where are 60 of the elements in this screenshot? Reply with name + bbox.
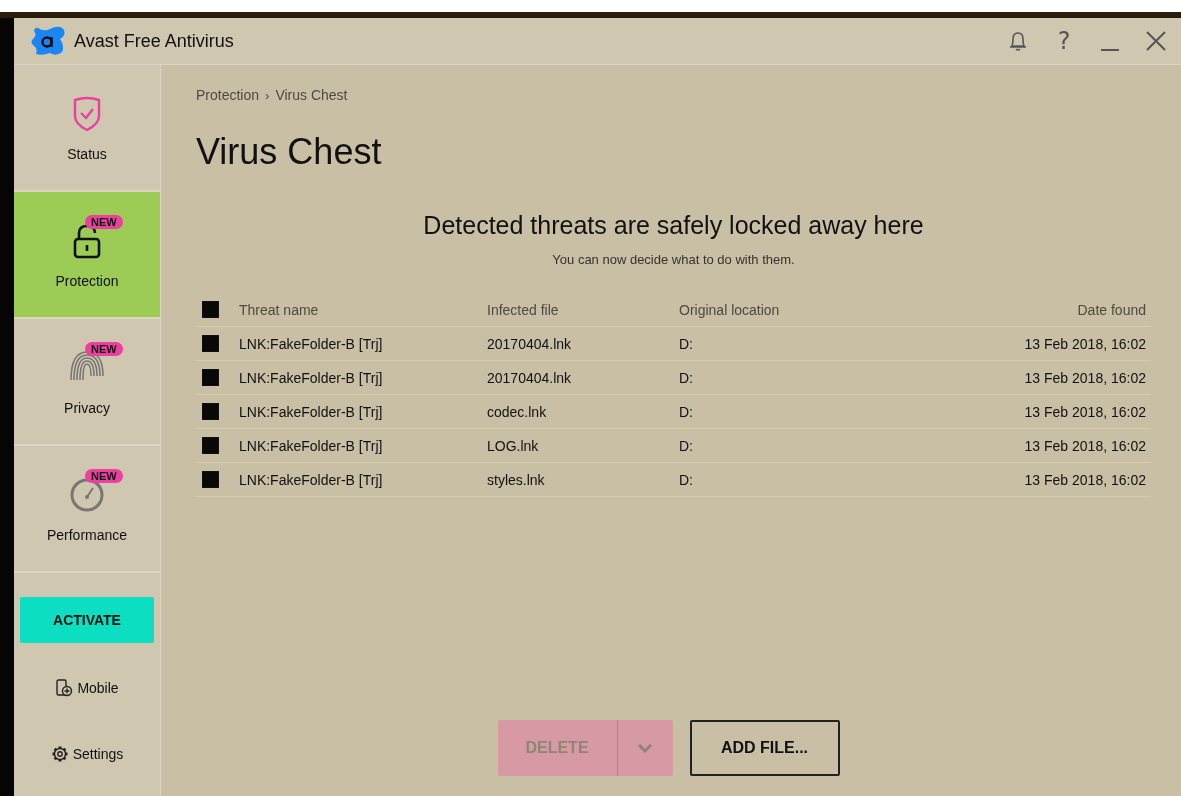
table-cell-text: 13 Feb 2018, 16:02 — [1023, 437, 1146, 454]
table-cell-text: 20170404.lnk — [487, 369, 573, 386]
activate-button[interactable]: ACTIVATE — [20, 597, 154, 643]
shield-check-icon — [72, 95, 102, 132]
table-cell-text: D: — [679, 437, 694, 454]
breadcrumb-link[interactable]: Virus Chest — [275, 87, 348, 103]
new-badge: NEW — [85, 214, 123, 229]
page-title: Virus Chest — [196, 131, 383, 173]
table-cell-text: LNK:FakeFolder-B [Trj] — [239, 471, 384, 488]
table-cell-text: LNK:FakeFolder-B [Trj] — [239, 369, 384, 386]
column-header: Original location — [679, 301, 781, 318]
row-checkbox[interactable] — [202, 471, 219, 488]
row-checkbox[interactable] — [202, 369, 219, 386]
select-all-checkbox[interactable] — [202, 301, 219, 318]
sidebar-item[interactable]: NEW Privacy — [14, 319, 160, 446]
sidebar-item-label: Performance — [46, 526, 128, 543]
table-cell-text: 13 Feb 2018, 16:02 — [1023, 471, 1146, 488]
table-cell-text: LNK:FakeFolder-B [Trj] — [239, 403, 384, 420]
table-cell-text: 20170404.lnk — [487, 335, 573, 352]
add-file-button[interactable]: ADD FILE... — [689, 720, 840, 776]
section-heading: Detected threats are safely locked away here — [422, 211, 925, 240]
bell-icon — [1008, 30, 1028, 52]
caret-icon — [638, 743, 652, 753]
minimize-icon — [1101, 49, 1119, 51]
new-badge: NEW — [85, 341, 123, 356]
breadcrumb-link[interactable]: Protection — [196, 87, 260, 103]
column-header: Threat name — [239, 301, 320, 318]
sidebar-item[interactable]: NEW Protection — [14, 192, 160, 319]
table-cell-text: D: — [679, 335, 694, 352]
row-checkbox[interactable] — [202, 335, 219, 352]
help-button[interactable]: ? — [1051, 28, 1077, 54]
row-checkbox[interactable] — [202, 437, 219, 454]
table-cell-text: LOG.lnk — [487, 437, 540, 454]
window-title: Avast Free Antivirus — [74, 30, 234, 52]
table-cell-text: D: — [679, 403, 694, 420]
settings-icon — [50, 745, 69, 763]
sidebar-item[interactable]: NEW Performance — [14, 446, 160, 573]
table-cell-text: 13 Feb 2018, 16:02 — [1023, 335, 1146, 352]
row-checkbox[interactable] — [202, 403, 219, 420]
table-cell-text: D: — [679, 369, 694, 386]
table-cell-text: LNK:FakeFolder-B [Trj] — [239, 437, 384, 454]
sidebar-item-label: Protection — [55, 272, 119, 289]
sidebar-link[interactable]: Settings — [50, 745, 124, 763]
sidebar-item-label: Status — [67, 145, 107, 162]
table-cell-text: 13 Feb 2018, 16:02 — [1023, 403, 1146, 420]
sidebar-item-label: Privacy — [64, 399, 110, 416]
table-cell-text: D: — [679, 471, 694, 488]
table-cell-text: styles.lnk — [487, 471, 546, 488]
column-header: Date found — [1076, 301, 1146, 318]
section-subtitle: You can now decide what to do with them. — [551, 252, 796, 267]
table-cell-text: codec.lnk — [487, 403, 548, 420]
close-icon — [1145, 30, 1167, 52]
table-cell-text: 13 Feb 2018, 16:02 — [1023, 369, 1146, 386]
new-badge: NEW — [85, 468, 123, 483]
sidebar-link[interactable]: Mobile — [55, 679, 119, 697]
phone-plus-icon — [55, 679, 74, 697]
avast-logo-icon — [30, 24, 66, 58]
table-cell-text: LNK:FakeFolder-B [Trj] — [239, 335, 384, 352]
breadcrumb-separator: › — [265, 87, 270, 103]
column-header: Infected file — [487, 301, 560, 318]
